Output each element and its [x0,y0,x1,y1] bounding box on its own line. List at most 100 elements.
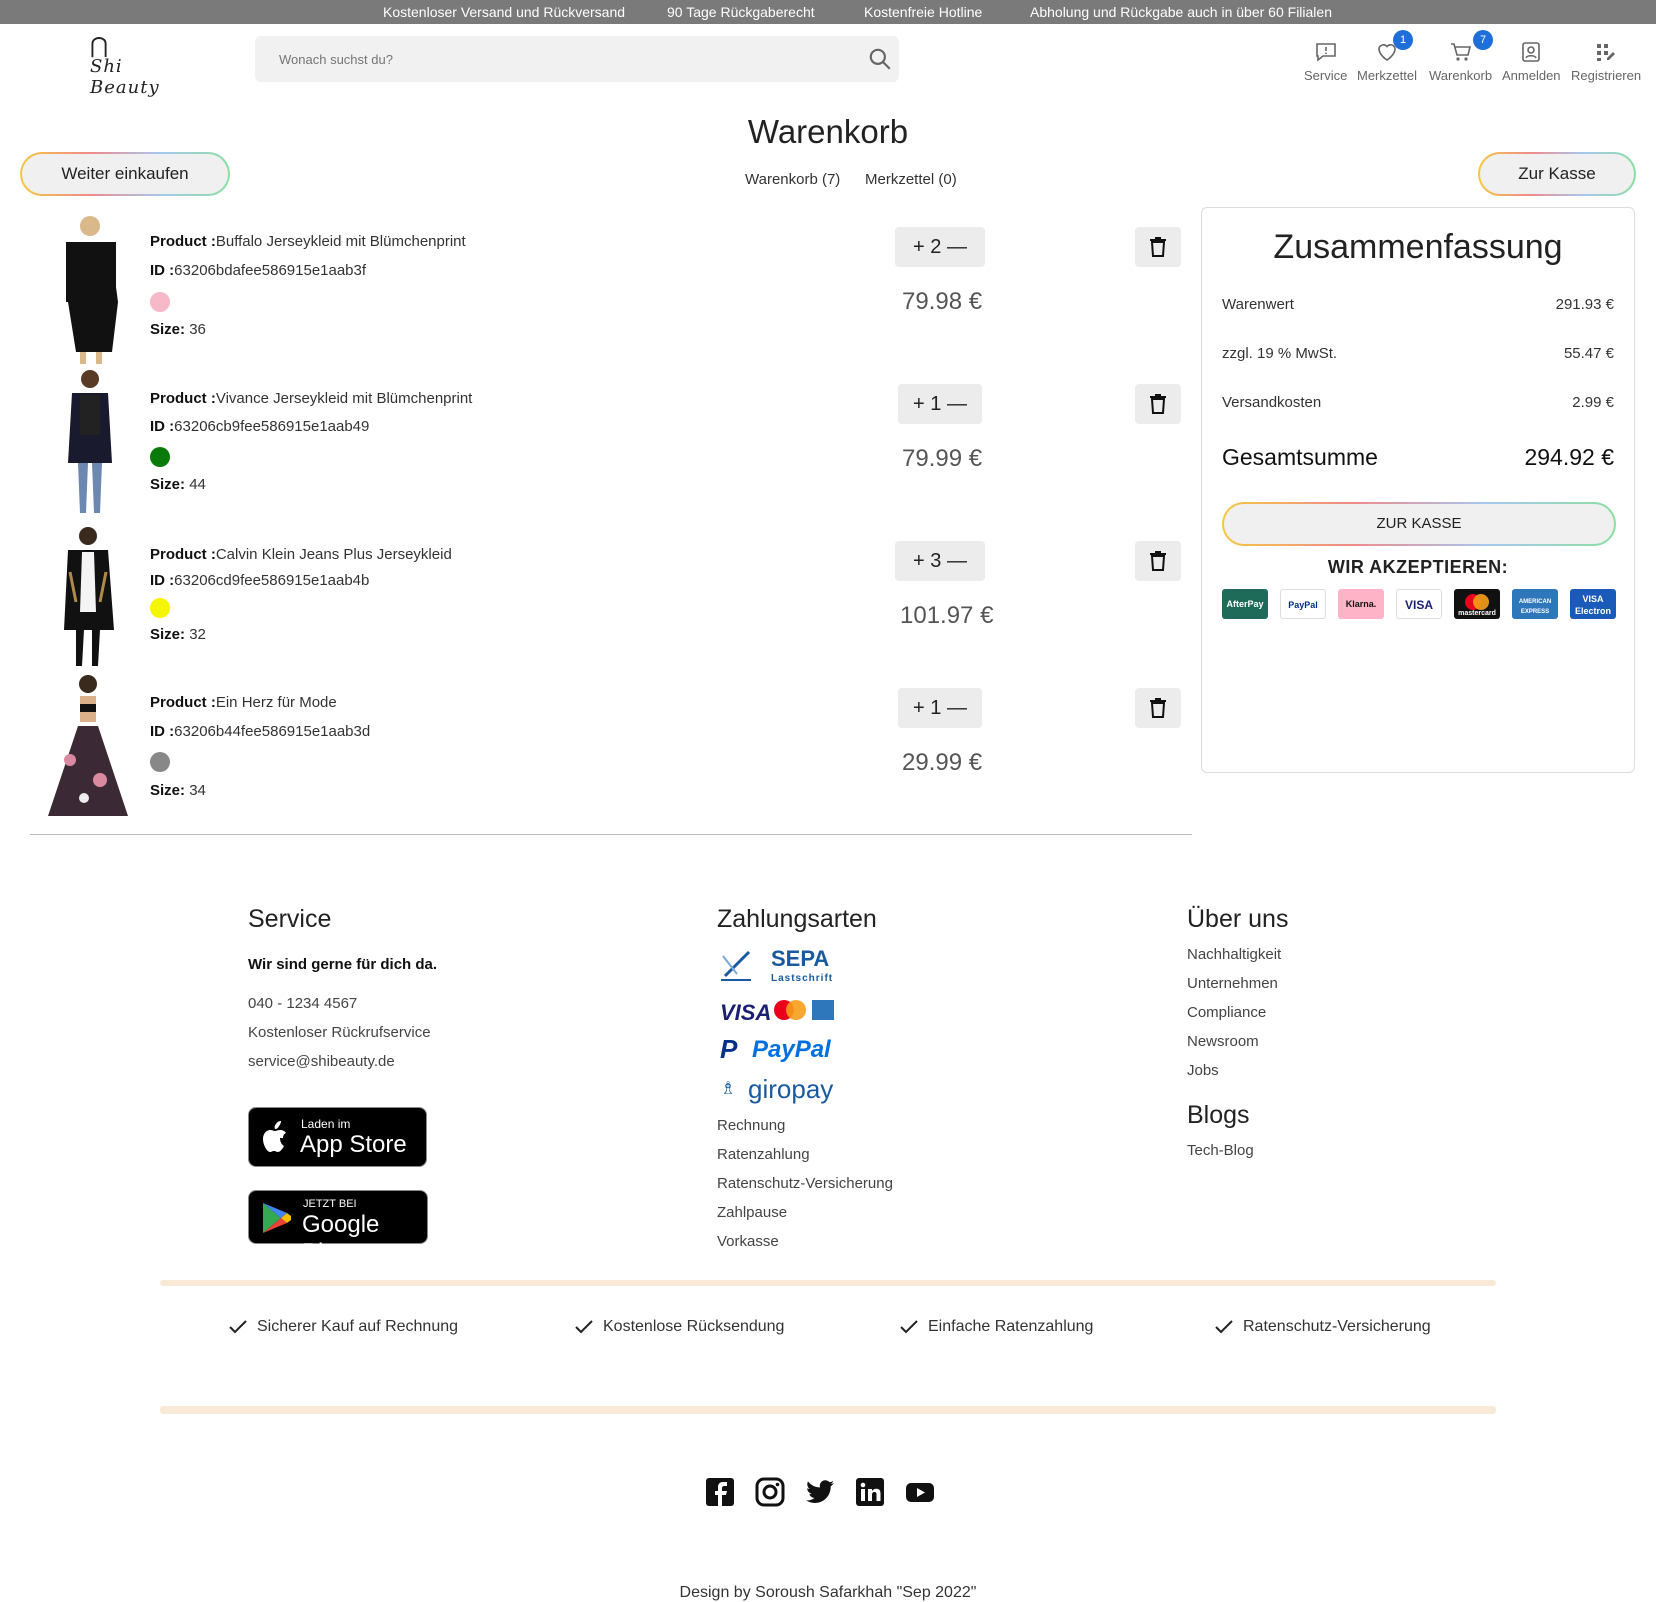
payment-link-insurance[interactable]: Ratenschutz-Versicherung [717,1175,893,1192]
register-icon [1597,44,1616,61]
search-input[interactable] [279,48,839,70]
product-id: 63206b44fee586915e1aab3d [174,723,371,740]
trash-icon [1150,394,1166,414]
tab-cart[interactable]: Warenkorb (7) [745,171,840,188]
about-link-sustainability[interactable]: Nachhaltigkeit [1187,946,1281,963]
footer-payment-heading: Zahlungsarten [717,905,877,933]
about-link-compliance[interactable]: Compliance [1187,1004,1266,1021]
afterpay-logo: AfterPay [1222,589,1268,619]
product-image[interactable] [40,365,136,515]
tab-wishlist[interactable]: Merkzettel (0) [865,171,957,188]
facebook-icon[interactable] [705,1477,735,1507]
about-link-jobs[interactable]: Jobs [1187,1062,1219,1079]
decrease-button[interactable]: — [947,236,967,258]
benefit-label: Einfache Ratenzahlung [928,1318,1094,1335]
product-size: 32 [189,626,206,643]
quantity-stepper: + 1 — [898,688,982,728]
increase-button[interactable]: + [913,236,925,258]
nav-service[interactable]: Service [1304,40,1347,83]
delete-button[interactable] [1135,384,1181,424]
twitter-icon[interactable] [805,1477,835,1507]
product-label: Product : [150,390,216,407]
message-icon [1315,43,1336,62]
id-label: ID : [150,262,175,279]
service-email[interactable]: service@shibeauty.de [248,1053,395,1070]
size-label: Size: [150,626,186,643]
sepa-sub-text: Lastschrift [771,973,834,984]
blogs-link-tech[interactable]: Tech-Blog [1187,1142,1254,1159]
product-id: 63206cd9fee586915e1aab4b [174,572,370,589]
delete-button[interactable] [1135,541,1181,581]
increase-button[interactable]: + [913,697,925,719]
product-id: 63206cb9fee586915e1aab49 [174,418,370,435]
quantity-value: 2 [930,236,942,258]
google-play-icon [263,1203,291,1233]
checkout-button-summary[interactable]: ZUR KASSE [1222,502,1616,546]
color-swatch [150,598,170,618]
item-price: 79.98 € [902,288,983,315]
summary-row-tax: zzgl. 19 % MwSt. 55.47 € [1222,345,1614,362]
app-store-badge[interactable]: Laden im App Store [248,1107,427,1167]
nav-login[interactable]: Anmelden [1502,40,1561,83]
promo-hotline: Kostenfreie Hotline [864,4,983,20]
decrease-button[interactable]: — [947,697,967,719]
about-link-newsroom[interactable]: Newsroom [1187,1033,1259,1050]
paypal-p-icon: P [720,1034,738,1064]
nav-cart[interactable]: 7 Warenkorb [1429,30,1493,83]
promo-shipping: Kostenloser Versand und Rückversand [383,4,626,20]
youtube-icon[interactable] [905,1477,935,1507]
about-link-company[interactable]: Unternehmen [1187,975,1278,992]
checkout-button-top[interactable]: Zur Kasse [1478,152,1636,196]
continue-shopping-button[interactable]: Weiter einkaufen [20,152,230,196]
product-image[interactable] [40,208,136,364]
product-image[interactable] [40,522,136,668]
nav-register[interactable]: Registrieren [1571,40,1641,83]
site-logo[interactable]: ⋂ Shi Beauty [84,34,194,98]
cards-logo: VISA [720,996,840,1026]
giropay-text: giropay [748,1074,834,1104]
quantity-stepper: + 3 — [895,541,985,581]
check-icon [900,1320,918,1334]
payment-link-prepayment[interactable]: Vorkasse [717,1233,779,1250]
size-label: Size: [150,321,186,338]
app-store-small: Laden im [301,1117,351,1131]
sepa-logo: SEPA Lastschrift [717,946,847,990]
size-label: Size: [150,782,186,799]
cart-icon [1450,43,1471,61]
klarna-logo: Klarna. [1338,589,1384,619]
decrease-button[interactable]: — [947,550,967,572]
cart-item: Product :Ein Herz für Mode ID :63206b44f… [20,670,1190,828]
benefit-invoice: Sicherer Kauf auf Rechnung [229,1318,458,1336]
service-phone[interactable]: 040 - 1234 4567 [248,995,357,1012]
delete-button[interactable] [1135,688,1181,728]
increase-button[interactable]: + [913,550,925,572]
product-label: Product : [150,694,216,711]
payment-link-invoice[interactable]: Rechnung [717,1117,785,1134]
search-icon[interactable] [867,46,893,72]
product-image[interactable] [40,670,136,828]
delete-button[interactable] [1135,227,1181,267]
summary-label: Versandkosten [1222,394,1322,411]
nav-wishlist[interactable]: 1 Merkzettel [1357,30,1417,83]
linkedin-icon[interactable] [855,1477,885,1507]
item-price: 29.99 € [902,749,983,776]
decrease-button[interactable]: — [947,393,967,415]
app-store-big: App Store [300,1131,407,1158]
page-title: Warenkorb [747,113,909,150]
footer-service-heading: Service [248,905,332,933]
nav-register-label: Registrieren [1571,68,1642,83]
summary-row-total: Gesamtsumme 294.92 € [1222,444,1614,471]
check-icon [229,1320,247,1334]
product-name: Vivance Jerseykleid mit Blümchenprint [215,390,473,407]
payment-link-installments[interactable]: Ratenzahlung [717,1146,810,1163]
payment-link-pause[interactable]: Zahlpause [717,1204,787,1221]
quantity-stepper: + 1 — [898,384,982,424]
service-callback[interactable]: Kostenloser Rückrufservice [248,1024,431,1041]
check-icon [1215,1320,1233,1334]
instagram-icon[interactable] [755,1477,785,1507]
product-size: 34 [189,782,206,799]
increase-button[interactable]: + [913,393,925,415]
cart-item: Product :Calvin Klein Jeans Plus Jerseyk… [20,522,1190,668]
google-play-badge[interactable]: JETZT BEI Google Play [248,1190,428,1266]
product-name: Calvin Klein Jeans Plus Jerseykleid [215,546,452,563]
